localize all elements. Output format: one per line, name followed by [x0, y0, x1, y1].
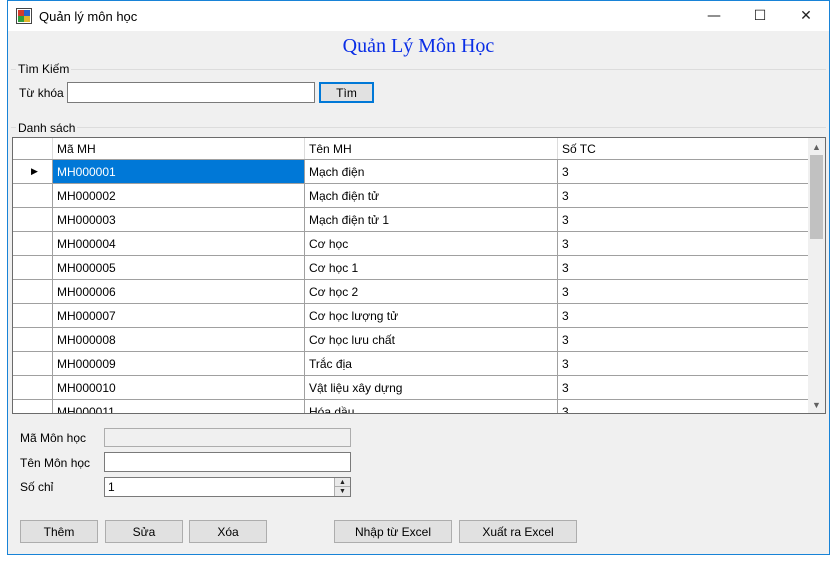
cell-credits[interactable]: 3: [558, 184, 810, 207]
cell-name[interactable]: Cơ học lượng tử: [305, 304, 558, 327]
cell-name[interactable]: Cơ học 1: [305, 256, 558, 279]
search-group-label: Tìm Kiếm: [16, 62, 72, 76]
table-row[interactable]: MH000003 Mạch điện tử 13: [13, 208, 810, 232]
scroll-thumb[interactable]: [810, 155, 823, 239]
table-body: ▶ MH000001 Mạch điện 3 MH000002 Mạch điện tử 3…: [13, 160, 810, 413]
courses-table[interactable]: Mã MH Tên MH Số TC ▶ MH000001 Mạch điện 3 MH…: [12, 137, 826, 414]
cell-credits[interactable]: 3: [558, 376, 810, 399]
cell-credits[interactable]: 3: [558, 256, 810, 279]
table-row[interactable]: MH000009 Trắc địa 3: [13, 352, 810, 376]
cell-code[interactable]: MH000009: [53, 352, 305, 375]
row-header[interactable]: [13, 256, 53, 279]
cell-credits[interactable]: 3: [558, 352, 810, 375]
credits-value[interactable]: 1: [108, 480, 115, 494]
table-row[interactable]: MH000007 Cơ học lượng tử 3: [13, 304, 810, 328]
course-code-field: [104, 428, 351, 447]
cell-name[interactable]: Trắc địa: [305, 352, 558, 375]
row-header[interactable]: [13, 304, 53, 327]
cell-code[interactable]: MH000008: [53, 328, 305, 351]
app-icon: [16, 8, 32, 24]
cell-credits[interactable]: 3: [558, 160, 810, 183]
scroll-down-icon[interactable]: ▼: [808, 396, 825, 413]
table-scrollbar[interactable]: ▲ ▼: [808, 138, 825, 413]
row-header-corner[interactable]: [13, 138, 53, 159]
course-name-field[interactable]: [104, 452, 351, 472]
main-window: Quản lý môn học — ☐ ✕ Quản Lý Môn Học Tì…: [7, 0, 830, 555]
list-group-label: Danh sách: [16, 121, 78, 135]
cell-credits[interactable]: 3: [558, 280, 810, 303]
cell-name[interactable]: Mạch điện tử: [305, 184, 558, 207]
credits-label: Số chỉ: [20, 480, 54, 494]
window-controls: — ☐ ✕: [691, 1, 829, 31]
row-header[interactable]: [13, 184, 53, 207]
keyword-label: Từ khóa: [19, 86, 64, 100]
list-group: [11, 127, 826, 128]
table-row[interactable]: MH000010 Vật liệu xây dựng 3: [13, 376, 810, 400]
cell-code[interactable]: MH000006: [53, 280, 305, 303]
cell-credits[interactable]: 3: [558, 328, 810, 351]
cell-credits[interactable]: 3: [558, 400, 810, 413]
stepper-up-icon[interactable]: ▲: [335, 478, 350, 487]
cell-name[interactable]: Cơ học 2: [305, 280, 558, 303]
table-row[interactable]: ▶ MH000001 Mạch điện 3: [13, 160, 810, 184]
table-header: Mã MH Tên MH Số TC: [13, 138, 810, 160]
cell-code[interactable]: MH000004: [53, 232, 305, 255]
cell-name[interactable]: Mạch điện: [305, 160, 558, 183]
cell-code[interactable]: MH000001: [53, 160, 305, 183]
row-header[interactable]: [13, 352, 53, 375]
credits-stepper[interactable]: 1 ▲ ▼: [104, 477, 351, 497]
table-row[interactable]: MH000002 Mạch điện tử 3: [13, 184, 810, 208]
row-header[interactable]: [13, 232, 53, 255]
cell-code[interactable]: MH000003: [53, 208, 305, 231]
column-header-name[interactable]: Tên MH: [305, 138, 558, 159]
cell-name[interactable]: Vật liệu xây dựng: [305, 376, 558, 399]
row-header[interactable]: [13, 208, 53, 231]
cell-credits[interactable]: 3: [558, 232, 810, 255]
row-header[interactable]: ▶: [13, 160, 53, 183]
column-header-credits[interactable]: Số TC: [558, 138, 810, 159]
course-code-label: Mã Môn học: [20, 431, 87, 445]
maximize-button[interactable]: ☐: [737, 1, 783, 31]
row-header[interactable]: [13, 400, 53, 413]
table-row[interactable]: MH000006 Cơ học 23: [13, 280, 810, 304]
table-row[interactable]: MH000011 Hóa dầu 3: [13, 400, 810, 413]
cell-code[interactable]: MH000002: [53, 184, 305, 207]
keyword-input[interactable]: [67, 82, 315, 103]
page-title: Quản Lý Môn Học: [342, 35, 495, 57]
export-excel-button[interactable]: Xuất ra Excel: [459, 520, 577, 543]
stepper-buttons: ▲ ▼: [334, 478, 350, 496]
cell-credits[interactable]: 3: [558, 304, 810, 327]
cell-code[interactable]: MH000007: [53, 304, 305, 327]
current-row-indicator-icon: ▶: [31, 166, 38, 176]
stepper-down-icon[interactable]: ▼: [335, 487, 350, 496]
table-row[interactable]: MH000008 Cơ học lưu chất 3: [13, 328, 810, 352]
row-header[interactable]: [13, 328, 53, 351]
table-row[interactable]: MH000004 Cơ học 3: [13, 232, 810, 256]
cell-name[interactable]: Cơ học lưu chất: [305, 328, 558, 351]
cell-name[interactable]: Hóa dầu: [305, 400, 558, 413]
window-title: Quản lý môn học: [39, 8, 138, 24]
table-row[interactable]: MH000005 Cơ học 13: [13, 256, 810, 280]
close-button[interactable]: ✕: [783, 1, 829, 31]
course-name-label: Tên Môn học: [20, 456, 91, 470]
cell-name[interactable]: Cơ học: [305, 232, 558, 255]
cell-code[interactable]: MH000005: [53, 256, 305, 279]
row-header[interactable]: [13, 376, 53, 399]
search-button[interactable]: Tìm: [319, 82, 374, 103]
cell-code[interactable]: MH000010: [53, 376, 305, 399]
edit-button[interactable]: Sửa: [105, 520, 183, 543]
delete-button[interactable]: Xóa: [189, 520, 267, 543]
scroll-up-icon[interactable]: ▲: [808, 138, 825, 155]
import-excel-button[interactable]: Nhập từ Excel: [334, 520, 452, 543]
add-button[interactable]: Thêm: [20, 520, 98, 543]
minimize-button[interactable]: —: [691, 1, 737, 31]
column-header-code[interactable]: Mã MH: [53, 138, 305, 159]
cell-name[interactable]: Mạch điện tử 1: [305, 208, 558, 231]
cell-code[interactable]: MH000011: [53, 400, 305, 413]
row-header[interactable]: [13, 280, 53, 303]
title-bar[interactable]: Quản lý môn học — ☐ ✕: [8, 1, 829, 31]
cell-credits[interactable]: 3: [558, 208, 810, 231]
